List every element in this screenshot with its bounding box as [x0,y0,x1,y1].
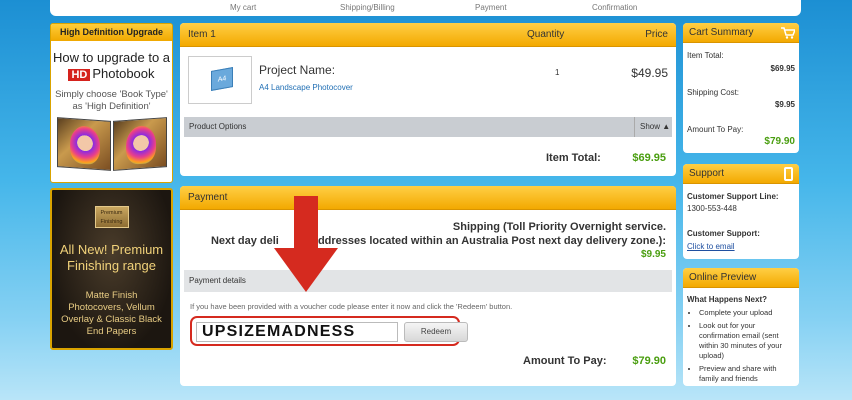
online-preview-panel: Online Preview What Happens Next? Comple… [683,268,799,386]
payment-panel-header: Payment [180,186,676,210]
checkout-steps: My cart Shipping/Billing Payment Confirm… [50,0,801,16]
hd-upgrade-promo[interactable]: High Definition Upgrade How to upgrade t… [50,23,173,183]
hd-promo-title-2: Photobook [92,66,155,81]
item-total-value: $69.95 [632,152,666,164]
support-email-link[interactable]: Click to email [687,242,735,251]
step-shipping-billing[interactable]: Shipping/Billing [340,3,395,12]
voucher-code-input[interactable] [196,322,398,342]
item-price: $49.95 [631,66,668,80]
product-options-bar: Product Options Show ▲ [184,117,672,137]
item-quantity: 1 [555,68,560,77]
photobook-image [56,117,167,171]
phone-icon [784,167,793,181]
item-panel-header: Item 1 Quantity Price [180,23,676,47]
product-options-label: Product Options [189,122,247,131]
summary-amount-value: $79.90 [764,136,795,147]
premium-promo-description: Matte Finish Photocovers, Vellum Overlay… [61,290,162,337]
online-preview-header: Online Preview [683,268,799,288]
item-title: Item 1 [188,29,216,40]
cart-summary-panel: Cart Summary Item Total: $69.95 Shipping… [683,23,799,153]
what-happens-next-label: What Happens Next? [687,295,768,304]
premium-promo-title: All New! Premium Finishing range [59,242,164,273]
hd-promo-title: How to upgrade to a [52,50,171,65]
hd-promo-header: High Definition Upgrade [51,24,172,41]
next-steps-list: Complete your upload Look out for your c… [685,308,793,386]
cart-icon [781,27,795,39]
payment-title: Payment [188,192,228,203]
quantity-header: Quantity [527,29,565,40]
premium-finishing-promo[interactable]: Premium Finishing All New! Premium Finis… [50,188,173,350]
show-options-toggle[interactable]: Show ▲ [634,117,672,137]
list-item: Preview and share with family and friend… [699,364,793,384]
summary-amount-label: Amount To Pay: [687,125,744,134]
support-line-number: 1300-553-448 [687,204,737,213]
item-thumbnail: A4 [188,56,252,104]
cart-item-panel: Item 1 Quantity Price A4 Project Name: A… [180,23,676,176]
hd-promo-subtitle: Simply choose 'Book Type' as 'High Defin… [55,89,168,112]
step-my-cart[interactable]: My cart [230,3,256,12]
hd-badge: HD [68,69,91,81]
voucher-instructions: If you have been provided with a voucher… [190,302,513,311]
amount-to-pay-value: $79.90 [632,355,666,367]
redeem-button[interactable]: Redeem [404,322,468,342]
list-item: Complete your upload [699,308,793,318]
payment-details-bar: Payment details [184,270,672,292]
project-name-label: Project Name: [259,63,336,77]
support-email-label: Customer Support: [687,229,760,238]
summary-item-total-label: Item Total: [687,51,724,60]
item-total-label: Item Total: [546,152,601,164]
step-payment[interactable]: Payment [475,3,507,12]
down-arrow-icon [274,196,338,292]
summary-shipping-value: $9.95 [774,100,795,109]
summary-item-total-value: $69.95 [770,64,795,73]
voucher-highlight-box: Redeem [190,316,468,346]
price-header: Price [645,29,668,40]
list-item: Look out for your confirmation email (se… [699,321,793,361]
support-line-label: Customer Support Line: [687,192,779,201]
payment-panel: Payment Shipping (Toll Priority Overnigh… [180,186,676,386]
summary-shipping-label: Shipping Cost: [687,88,740,97]
amount-to-pay-label: Amount To Pay: [523,355,607,367]
project-type-link[interactable]: A4 Landscape Photocover [259,83,353,92]
support-header: Support [683,164,799,184]
cart-summary-header: Cart Summary [683,23,799,43]
premium-finishing-box-image: Premium Finishing [94,206,129,228]
support-panel: Support Customer Support Line: 1300-553-… [683,164,799,259]
a4-book-icon: A4 [211,67,233,91]
caret-up-icon: ▲ [662,122,671,131]
step-confirmation[interactable]: Confirmation [592,3,637,12]
